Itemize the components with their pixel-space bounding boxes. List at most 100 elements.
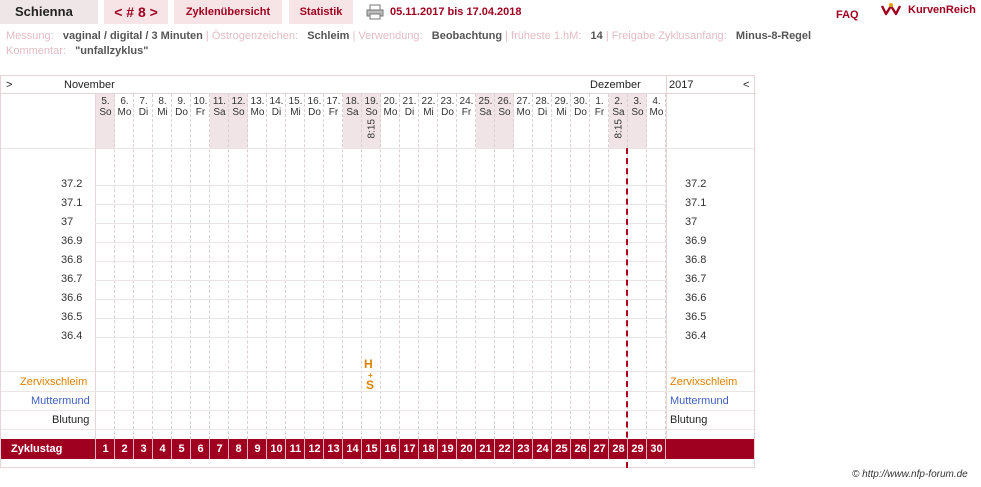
- cycle-day-number: 2: [121, 443, 128, 455]
- day-weekday: Do: [308, 107, 321, 118]
- printer-icon[interactable]: [366, 4, 384, 20]
- day-date: 14.: [269, 96, 284, 107]
- day-date: 24.: [459, 96, 474, 107]
- ovulation-line: [626, 148, 628, 468]
- day-column-header[interactable]: 29. Mi: [552, 94, 571, 148]
- cycle-overview-tab[interactable]: Zyklenübersicht: [174, 0, 282, 24]
- day-weekday: Mo: [250, 107, 265, 118]
- logo-text[interactable]: KurvenReich: [908, 4, 976, 16]
- day-weekday: Mi: [157, 107, 168, 118]
- messung-value: vaginal / digital / 3 Minuten: [62, 30, 203, 42]
- day-column-header[interactable]: 20. Mo: [381, 94, 400, 148]
- cycle-day-number: 14: [346, 443, 359, 455]
- blutung-label-left: Blutung: [52, 414, 90, 426]
- day-date: 23.: [440, 96, 455, 107]
- cycle-day-number: 13: [327, 443, 340, 455]
- day-column-header[interactable]: 12. So: [229, 94, 248, 148]
- cycle-day-number: 21: [479, 443, 492, 455]
- day-column-header[interactable]: 13. Mo: [248, 94, 267, 148]
- cycle-day-number: 15: [365, 443, 378, 455]
- measure-time: 8:15: [613, 119, 625, 139]
- user-name-tab[interactable]: Schienna: [0, 0, 98, 24]
- muttermund-label-left: Muttermund: [31, 395, 90, 407]
- scroll-left-arrow[interactable]: >: [6, 79, 12, 91]
- statistics-tab[interactable]: Statistik: [289, 0, 353, 24]
- day-column-header[interactable]: 18. Sa: [343, 94, 362, 148]
- h-mark[interactable]: H: [364, 357, 373, 371]
- day-column-header[interactable]: 27. Mo: [514, 94, 533, 148]
- day-date: 22.: [421, 96, 436, 107]
- day-column-header[interactable]: 10. Fr: [191, 94, 210, 148]
- messung-label: Messung:: [6, 30, 54, 42]
- day-column-header[interactable]: 17. Fr: [324, 94, 343, 148]
- temp-label-left: 36.5: [61, 311, 83, 323]
- day-column-header[interactable]: 14. Di: [267, 94, 286, 148]
- day-date: 4.: [652, 96, 661, 107]
- day-weekday: Fr: [594, 107, 605, 118]
- cycle-nav-tab[interactable]: < # 8 >: [104, 0, 168, 24]
- day-column-header[interactable]: 16. Do: [305, 94, 324, 148]
- temp-label-right: 37: [685, 216, 698, 228]
- cycle-day-number: 9: [254, 443, 261, 455]
- day-column-header[interactable]: 15. Mi: [286, 94, 305, 148]
- temp-label-right: 37.2: [685, 178, 707, 190]
- day-weekday: Do: [441, 107, 454, 118]
- day-column-header[interactable]: 6. Mo: [115, 94, 134, 148]
- day-weekday: Sa: [346, 107, 359, 118]
- day-date: 13.: [250, 96, 265, 107]
- day-column-header[interactable]: 4. Mo: [647, 94, 666, 148]
- day-date: 9.: [177, 96, 186, 107]
- cycle-chart: > November Dezember 2017 < 5. So 6. Mo 7. Di 8…: [0, 75, 756, 468]
- day-column-header[interactable]: 11. Sa: [210, 94, 229, 148]
- cycle-day-row: Zyklustag 1 2 3 4 5 6 7 8 9 10 11 12 13 14 15 16 17 18 19 2…: [1, 439, 754, 459]
- day-column-header[interactable]: 25. Sa: [476, 94, 495, 148]
- muttermund-label-right: Muttermund: [670, 395, 729, 407]
- zervix-label-right: Zervixschleim: [670, 376, 738, 388]
- cycle-day-number: 12: [308, 443, 321, 455]
- faq-link[interactable]: FAQ: [836, 9, 859, 21]
- day-column-header[interactable]: 5. So: [96, 94, 115, 148]
- date-range: 05.11.2017 bis 17.04.2018: [390, 6, 522, 18]
- cycle-day-number: 3: [140, 443, 147, 455]
- cycle-meta: Messung: vaginal / digital / 3 Minuten |…: [6, 30, 812, 57]
- day-column-header[interactable]: 22. Mi: [419, 94, 438, 148]
- day-column-header[interactable]: 23. Do: [438, 94, 457, 148]
- verwendung-label: Verwendung:: [358, 30, 423, 42]
- cycle-day-number: 29: [631, 443, 644, 455]
- temp-label-left: 36.6: [61, 292, 83, 304]
- day-weekday: Mi: [556, 107, 567, 118]
- day-date: 3.: [633, 96, 642, 107]
- day-column-header[interactable]: 26. So: [495, 94, 514, 148]
- day-column-header[interactable]: 30. Do: [571, 94, 590, 148]
- day-column-header[interactable]: 28. Di: [533, 94, 552, 148]
- day-column-header[interactable]: 21. Di: [400, 94, 419, 148]
- day-weekday: Sa: [612, 107, 625, 118]
- day-column-header[interactable]: 1. Fr: [590, 94, 609, 148]
- day-column-header[interactable]: 24. Fr: [457, 94, 476, 148]
- copyright-text: © http://www.nfp-forum.de: [852, 469, 968, 480]
- day-column-header[interactable]: 19. So 8:15: [362, 94, 381, 148]
- day-date: 6.: [120, 96, 129, 107]
- temp-label-right: 36.9: [685, 235, 707, 247]
- cycle-day-number: 18: [422, 443, 435, 455]
- temp-label-left: 36.7: [61, 273, 83, 285]
- day-column-header[interactable]: 3. So: [628, 94, 647, 148]
- temp-label-right: 36.4: [685, 330, 707, 342]
- day-weekday: Sa: [213, 107, 226, 118]
- scroll-right-arrow[interactable]: <: [743, 79, 749, 91]
- cycle-day-number: 16: [384, 443, 397, 455]
- day-column-header[interactable]: 8. Mi: [153, 94, 172, 148]
- day-column-header[interactable]: 2. Sa 8:15: [609, 94, 628, 148]
- kommentar-value: "unfallzyklus": [75, 45, 149, 57]
- day-weekday: So: [232, 107, 245, 118]
- cycle-day-number: 11: [289, 443, 302, 455]
- month-start-label: November: [64, 79, 115, 91]
- crown-logo-icon[interactable]: [880, 2, 902, 18]
- temp-label-right: 36.8: [685, 254, 707, 266]
- day-date: 30.: [573, 96, 588, 107]
- temp-label-left: 36.4: [61, 330, 83, 342]
- day-column-header[interactable]: 9. Do: [172, 94, 191, 148]
- cycle-day-number: 10: [270, 443, 283, 455]
- s-mark[interactable]: S: [366, 378, 374, 392]
- day-column-header[interactable]: 7. Di: [134, 94, 153, 148]
